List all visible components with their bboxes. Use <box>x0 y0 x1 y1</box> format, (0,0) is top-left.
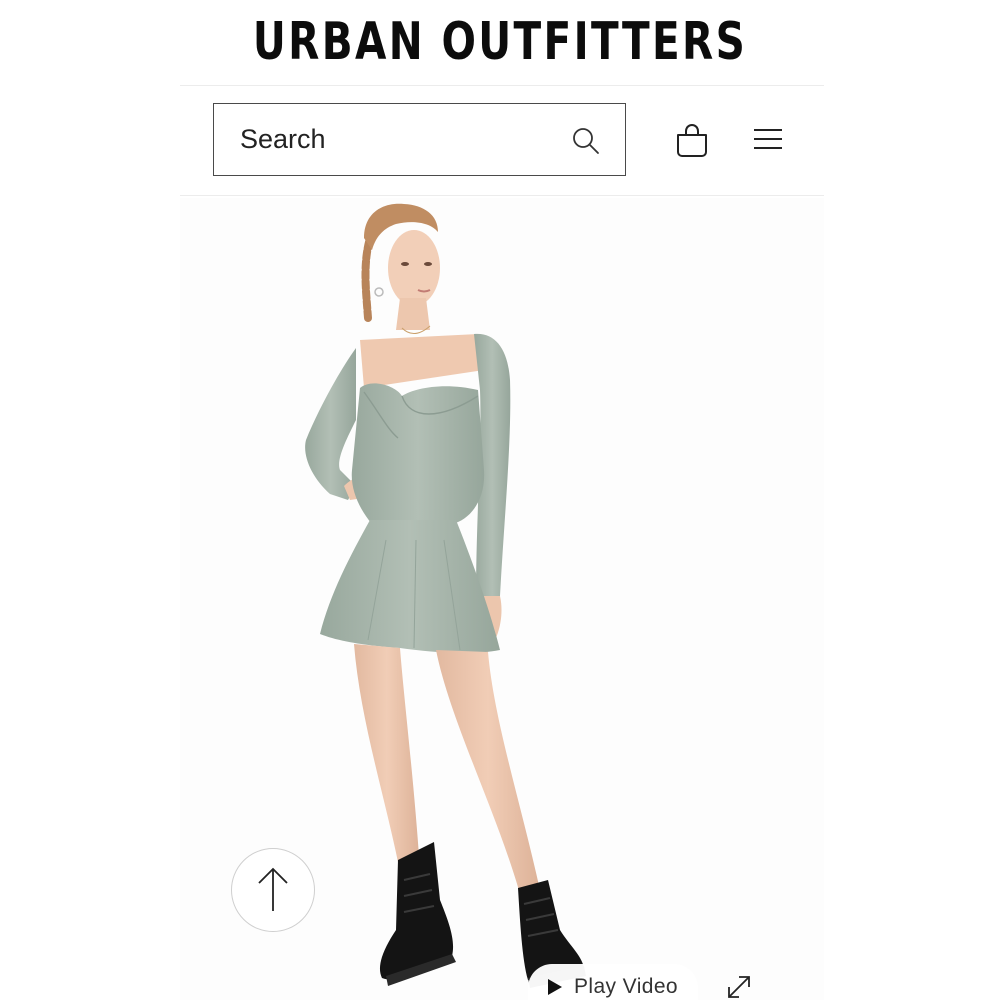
play-icon <box>548 979 562 995</box>
search-divider <box>180 195 824 196</box>
back-to-top-button[interactable] <box>231 848 315 932</box>
search-box[interactable] <box>213 103 626 176</box>
brand-logo[interactable]: URBAN OUTFITTERS <box>110 0 890 84</box>
play-video-button[interactable]: Play Video <box>528 964 698 1000</box>
search-input[interactable] <box>240 124 540 155</box>
expand-icon[interactable] <box>726 974 752 1000</box>
shopping-bag-icon[interactable] <box>675 122 709 158</box>
play-video-label: Play Video <box>574 975 679 998</box>
hamburger-menu-icon[interactable] <box>752 126 784 152</box>
header-divider <box>180 85 824 86</box>
arrow-up-icon <box>258 867 288 911</box>
search-icon[interactable] <box>571 126 601 156</box>
product-page: URBAN OUTFITTERS Search Play Video <box>0 0 1000 1000</box>
